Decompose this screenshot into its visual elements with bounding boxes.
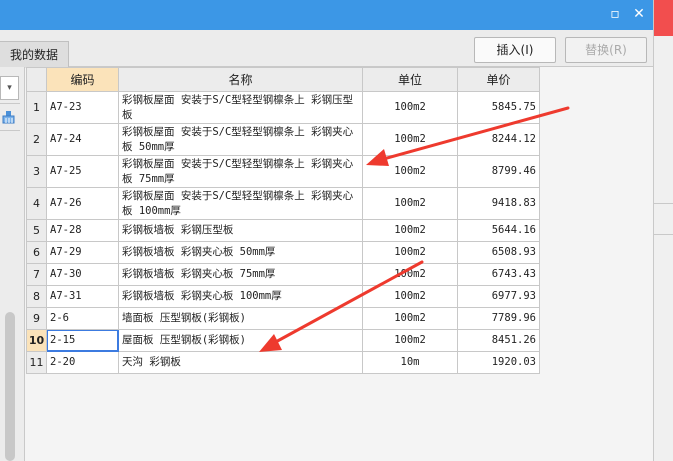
vertical-scrollbar[interactable] (5, 312, 15, 461)
cell-unit[interactable]: 100m2 (362, 263, 458, 286)
cell-price[interactable]: 6743.43 (457, 263, 540, 286)
cell-price[interactable]: 8799.46 (457, 155, 540, 188)
cell-price[interactable]: 5845.75 (457, 91, 540, 124)
row-number: 3 (26, 155, 47, 188)
cell-code[interactable]: 2-6 (46, 307, 119, 330)
cell-code[interactable]: A7-23 (46, 91, 119, 124)
cell-name[interactable]: 墙面板 压型钢板(彩钢板) (118, 307, 363, 330)
replace-button[interactable]: 替换(R) (565, 37, 647, 63)
cell-price[interactable]: 8244.12 (457, 123, 540, 156)
data-grid: 编码 名称 单位 单价 1 A7-23 彩钢板屋面 安装于S/C型轻型钢檩条上 … (26, 67, 540, 374)
table-row[interactable]: 6 A7-29 彩钢板墙板 彩钢夹心板 50mm厚 100m2 6508.93 (26, 241, 540, 264)
cell-code[interactable]: A7-25 (46, 155, 119, 188)
cell-unit[interactable]: 100m2 (362, 155, 458, 188)
cell-unit[interactable]: 100m2 (362, 241, 458, 264)
chevron-down-icon[interactable]: ▾ (0, 76, 19, 100)
row-number: 5 (26, 219, 47, 242)
row-number: 7 (26, 263, 47, 286)
dialog-title-bar: ▫ ✕ (0, 0, 653, 30)
cell-unit[interactable]: 10m (362, 351, 458, 374)
cell-name[interactable]: 彩钢板屋面 安装于S/C型轻型钢檩条上 彩钢夹心板 50mm厚 (118, 123, 363, 156)
cell-unit[interactable]: 100m2 (362, 329, 458, 352)
cell-unit[interactable]: 100m2 (362, 307, 458, 330)
row-number: 1 (26, 91, 47, 124)
header-row-no (26, 67, 47, 92)
table-row[interactable]: 7 A7-30 彩钢板墙板 彩钢夹心板 75mm厚 100m2 6743.43 (26, 263, 540, 286)
header-code[interactable]: 编码 (46, 67, 119, 92)
cell-name[interactable]: 彩钢板墙板 彩钢夹心板 50mm厚 (118, 241, 363, 264)
cell-code[interactable]: A7-30 (46, 263, 119, 286)
cell-price[interactable]: 5644.16 (457, 219, 540, 242)
cell-unit[interactable]: 100m2 (362, 285, 458, 308)
cell-code[interactable]: A7-31 (46, 285, 119, 308)
cell-price[interactable]: 6977.93 (457, 285, 540, 308)
insert-button[interactable]: 插入(I) (474, 37, 556, 63)
cell-code[interactable]: A7-28 (46, 219, 119, 242)
table-row[interactable]: 5 A7-28 彩钢板墙板 彩钢压型板 100m2 5644.16 (26, 219, 540, 242)
cell-price[interactable]: 9418.83 (457, 187, 540, 220)
cell-unit[interactable]: 100m2 (362, 187, 458, 220)
cell-code-editing[interactable]: 2-15 (46, 329, 119, 352)
left-panel-divider (0, 103, 20, 104)
row-number: 9 (26, 307, 47, 330)
table-row-selected[interactable]: 10 2-15 屋面板 压型钢板(彩钢板) 100m2 8451.26 (26, 329, 540, 352)
grid-header-row: 编码 名称 单位 单价 (26, 67, 540, 92)
header-unit[interactable]: 单位 (362, 67, 458, 92)
cell-name[interactable]: 屋面板 压型钢板(彩钢板) (118, 329, 363, 352)
background-divider (654, 203, 673, 235)
cell-name[interactable]: 彩钢板屋面 安装于S/C型轻型钢檩条上 彩钢夹心板 100mm厚 (118, 187, 363, 220)
cell-name[interactable]: 彩钢板屋面 安装于S/C型轻型钢檩条上 彩钢夹心板 75mm厚 (118, 155, 363, 188)
table-row[interactable]: 8 A7-31 彩钢板墙板 彩钢夹心板 100mm厚 100m2 6977.93 (26, 285, 540, 308)
cell-price[interactable]: 8451.26 (457, 329, 540, 352)
cell-code[interactable]: A7-29 (46, 241, 119, 264)
close-icon[interactable]: ✕ (630, 5, 648, 23)
cell-price[interactable]: 6508.93 (457, 241, 540, 264)
cell-name[interactable]: 彩钢板屋面 安装于S/C型轻型钢檩条上 彩钢压型板 (118, 91, 363, 124)
brush-icon[interactable] (1, 110, 16, 125)
left-panel-divider (0, 130, 20, 131)
background-red-area (654, 0, 673, 36)
row-number: 8 (26, 285, 47, 308)
cell-code[interactable]: A7-26 (46, 187, 119, 220)
header-name[interactable]: 名称 (118, 67, 363, 92)
table-row[interactable]: 3 A7-25 彩钢板屋面 安装于S/C型轻型钢檩条上 彩钢夹心板 75mm厚 … (26, 155, 540, 188)
row-number: 10 (26, 329, 47, 352)
row-number: 11 (26, 351, 47, 374)
table-row[interactable]: 11 2-20 天沟 彩钢板 10m 1920.03 (26, 351, 540, 374)
row-number: 2 (26, 123, 47, 156)
restore-icon[interactable]: ▫ (606, 5, 624, 23)
row-number: 6 (26, 241, 47, 264)
cell-code[interactable]: A7-24 (46, 123, 119, 156)
cell-name[interactable]: 天沟 彩钢板 (118, 351, 363, 374)
cell-unit[interactable]: 100m2 (362, 123, 458, 156)
table-row[interactable]: 2 A7-24 彩钢板屋面 安装于S/C型轻型钢檩条上 彩钢夹心板 50mm厚 … (26, 123, 540, 156)
row-number: 4 (26, 187, 47, 220)
cell-name[interactable]: 彩钢板墙板 彩钢夹心板 75mm厚 (118, 263, 363, 286)
table-row[interactable]: 4 A7-26 彩钢板屋面 安装于S/C型轻型钢檩条上 彩钢夹心板 100mm厚… (26, 187, 540, 220)
cell-name[interactable]: 彩钢板墙板 彩钢压型板 (118, 219, 363, 242)
table-row[interactable]: 9 2-6 墙面板 压型钢板(彩钢板) 100m2 7789.96 (26, 307, 540, 330)
cell-name[interactable]: 彩钢板墙板 彩钢夹心板 100mm厚 (118, 285, 363, 308)
table-row[interactable]: 1 A7-23 彩钢板屋面 安装于S/C型轻型钢檩条上 彩钢压型板 100m2 … (26, 91, 540, 124)
cell-unit[interactable]: 100m2 (362, 219, 458, 242)
cell-unit[interactable]: 100m2 (362, 91, 458, 124)
cell-price[interactable]: 7789.96 (457, 307, 540, 330)
header-price[interactable]: 单价 (457, 67, 540, 92)
cell-code[interactable]: 2-20 (46, 351, 119, 374)
cell-price[interactable]: 1920.03 (457, 351, 540, 374)
tab-my-data[interactable]: 我的数据 (0, 41, 69, 68)
